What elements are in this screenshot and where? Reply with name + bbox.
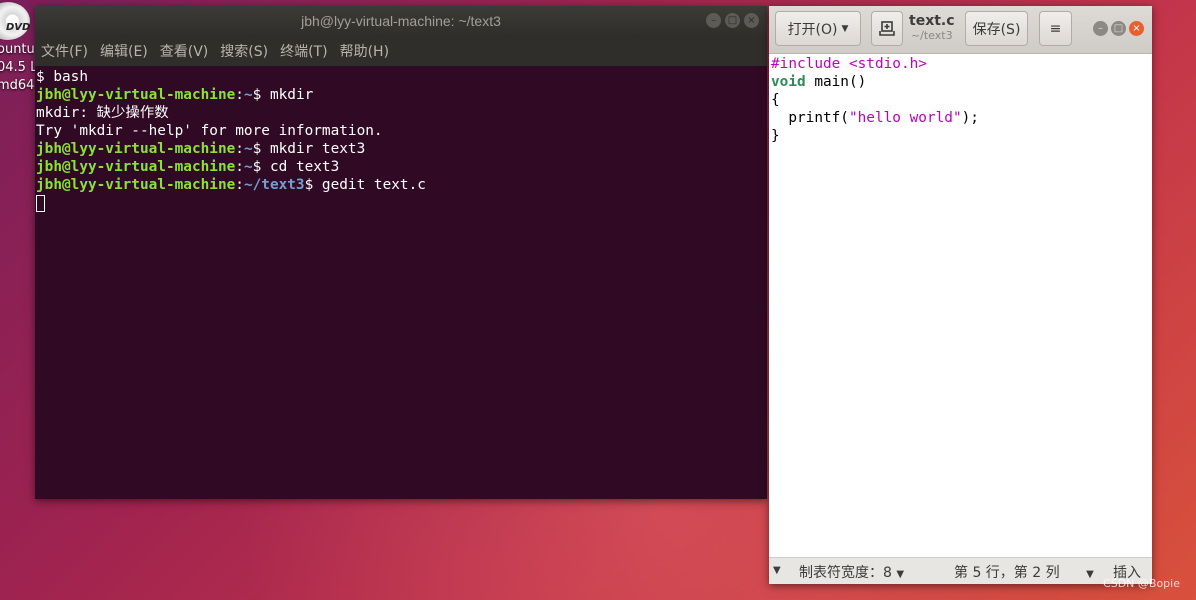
menu-view[interactable]: 查看(V) [154,41,215,61]
menu-search[interactable]: 搜索(S) [214,41,274,61]
document-title: text.c [909,13,955,29]
terminal-line: jbh@lyy-virtual-machine:~$ cd text3 [36,159,340,175]
menu-file[interactable]: 文件(F) [35,41,94,61]
chevron-down-icon: ▼ [896,569,905,580]
terminal-line: Try 'mkdir --help' for more information. [36,123,383,139]
sidepanel-toggle-icon[interactable]: ▼ [773,565,781,576]
gedit-window[interactable]: 打开(O) ▼ text.c ~/text3 保存(S) ≡ – □ × #inc… [769,6,1152,584]
hamburger-menu-button[interactable]: ≡ [1039,11,1072,46]
minimize-button[interactable]: – [706,13,721,28]
terminal-prompt-line [36,194,766,212]
terminal-line: $ bash [36,69,88,85]
dvd-disc-icon [0,2,30,40]
code-line: void main() [771,74,867,90]
close-button[interactable]: × [744,13,759,28]
code-line: } [771,128,780,144]
new-tab-button[interactable] [871,11,903,46]
cursor-position-selector[interactable]: 第 5 行，第 2 列 ▼ [954,562,1094,582]
desktop-label-line1: ountu [0,42,35,57]
terminal-window[interactable]: jbh@lyy-virtual-machine: ~/text3 – □ × 文… [35,6,767,499]
terminal-menubar: 文件(F) 编辑(E) 查看(V) 搜索(S) 终端(T) 帮助(H) [35,36,767,66]
text-cursor [36,194,45,212]
terminal-title: jbh@lyy-virtual-machine: ~/text3 [301,13,501,29]
terminal-line: jbh@lyy-virtual-machine:~$ mkdir [36,87,314,103]
menu-edit[interactable]: 编辑(E) [94,41,154,61]
desktop-dvd-icon[interactable]: DVD ountu 04.5 L md64 [0,0,38,100]
code-line: #include <stdio.h> [771,56,927,72]
desktop-label-line2: 04.5 L [0,60,38,75]
menu-help[interactable]: 帮助(H) [334,41,395,61]
new-document-icon [879,20,895,36]
dvd-icon-text: DVD [6,22,31,33]
save-button[interactable]: 保存(S) [965,11,1028,46]
document-title-area: text.c ~/text3 [909,13,955,42]
terminal-line: mkdir: 缺少操作数 [36,105,169,121]
maximize-button[interactable]: □ [725,13,740,28]
gedit-statusbar: ▼ 制表符宽度：8 ▼ 第 5 行，第 2 列 ▼ 插入 [769,557,1152,584]
terminal-line: jbh@lyy-virtual-machine:~/text3$ gedit t… [36,177,426,193]
cursor-position-label: 第 5 行，第 2 列 [954,565,1060,581]
open-button[interactable]: 打开(O) ▼ [775,11,861,46]
tab-width-label: 制表符宽度：8 [799,565,892,581]
maximize-button[interactable]: □ [1111,21,1126,36]
code-line: { [771,92,780,108]
chevron-down-icon: ▼ [1086,569,1094,580]
terminal-output[interactable]: $ bash jbh@lyy-virtual-machine:~$ mkdir … [35,66,767,214]
code-editor[interactable]: #include <stdio.h> void main() { printf(… [769,54,1152,558]
menu-icon: ≡ [1049,20,1062,37]
open-button-label: 打开(O) [787,21,838,38]
tab-width-selector[interactable]: 制表符宽度：8 ▼ [799,562,904,582]
terminal-titlebar[interactable]: jbh@lyy-virtual-machine: ~/text3 – □ × [35,6,767,36]
minimize-button[interactable]: – [1093,21,1108,36]
desktop-label-line3: md64 [0,78,35,93]
close-button[interactable]: × [1129,21,1144,36]
document-path: ~/text3 [910,29,953,42]
menu-terminal[interactable]: 终端(T) [274,41,333,61]
gedit-headerbar[interactable]: 打开(O) ▼ text.c ~/text3 保存(S) ≡ – □ × [769,6,1152,54]
save-button-label: 保存(S) [972,21,1021,38]
watermark: CSDN @Bopie [1103,577,1180,590]
chevron-down-icon: ▼ [841,23,849,34]
terminal-line: jbh@lyy-virtual-machine:~$ mkdir text3 [36,141,366,157]
code-line: printf("hello world"); [771,110,979,126]
